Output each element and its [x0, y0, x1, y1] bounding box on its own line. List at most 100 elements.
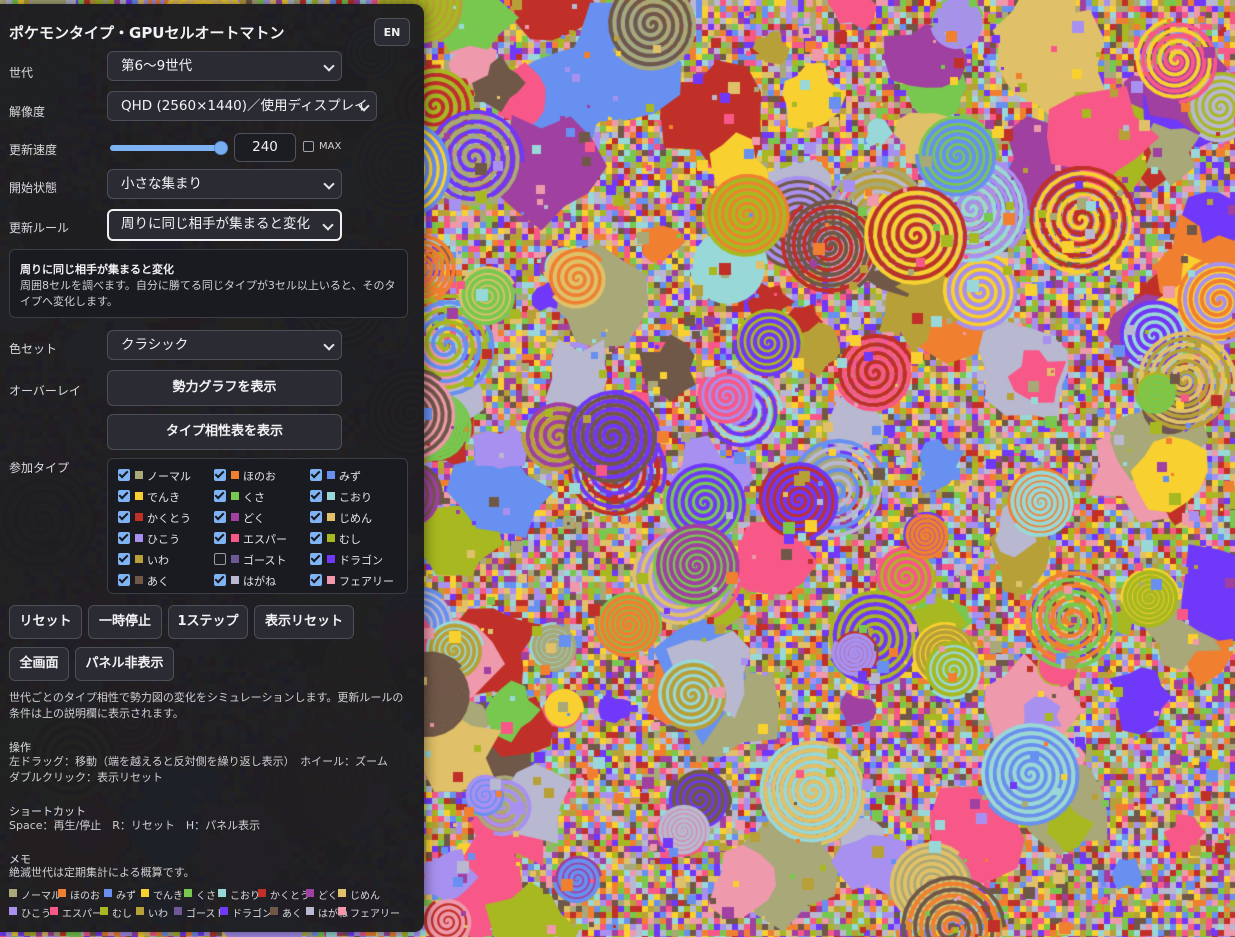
type-checkbox-item[interactable]: じめん: [310, 509, 400, 525]
power-graph-button[interactable]: 勢力グラフを表示: [107, 370, 342, 406]
type-checkbox[interactable]: [310, 553, 322, 565]
type-checkbox[interactable]: [214, 574, 226, 586]
legend-label: こおり: [230, 891, 260, 902]
type-checkbox[interactable]: [118, 511, 130, 523]
type-label: はがね: [243, 575, 276, 588]
type-color-swatch: [327, 492, 335, 500]
type-checkbox-item[interactable]: フェアリー: [310, 572, 400, 588]
type-checkbox-item[interactable]: くさ: [214, 488, 304, 504]
type-checkbox[interactable]: [214, 511, 226, 523]
legend-swatch: [50, 907, 58, 915]
max-speed-checkbox[interactable]: [303, 141, 314, 152]
type-checkbox[interactable]: [310, 532, 322, 544]
type-label: かくとう: [147, 512, 191, 525]
type-checkbox[interactable]: [310, 511, 322, 523]
type-checkbox-item[interactable]: いわ: [118, 551, 208, 567]
rule-description-box: 周りに同じ相手が集まると変化 周囲8セルを調べます。自分に勝てる同じタイプが3セ…: [9, 249, 408, 318]
type-label: むし: [339, 533, 361, 546]
type-color-swatch: [231, 492, 239, 500]
type-checkbox[interactable]: [118, 490, 130, 502]
type-checkbox[interactable]: [118, 532, 130, 544]
rule-select-value: 周りに同じ相手が集まると変化: [121, 216, 310, 232]
type-checkbox-item[interactable]: ゴースト: [214, 551, 304, 567]
legend-swatch: [104, 889, 112, 897]
speed-slider-thumb[interactable]: [214, 141, 228, 155]
legend-label: むし: [112, 909, 132, 920]
shortcuts-text: Space：再生/停止 R：リセット H：パネル表示: [9, 819, 261, 832]
generation-select-value: 第6〜9世代: [121, 58, 193, 74]
legend-label: でんき: [153, 891, 183, 902]
type-checkbox-item[interactable]: はがね: [214, 572, 304, 588]
type-checkbox-item[interactable]: あく: [118, 572, 208, 588]
type-checkbox[interactable]: [118, 574, 130, 586]
chevron-down-icon: [323, 60, 335, 72]
type-color-swatch: [135, 492, 143, 500]
resolution-select[interactable]: QHD (2560×1440)／使用ディスプレイ: [107, 91, 377, 121]
legend-swatch: [258, 889, 266, 897]
type-checkbox[interactable]: [214, 532, 226, 544]
type-checkbox[interactable]: [118, 469, 130, 481]
type-checkbox-item[interactable]: エスパー: [214, 530, 304, 546]
type-color-swatch: [231, 513, 239, 521]
type-label: じめん: [339, 512, 372, 525]
type-checkbox-item[interactable]: むし: [310, 530, 400, 546]
legend-label: じめん: [350, 891, 380, 902]
legend-swatch: [141, 889, 149, 897]
view-reset-button[interactable]: 表示リセット: [254, 605, 354, 639]
type-label: ゴースト: [243, 554, 287, 567]
intro-text: 世代ごとのタイプ相性で勢力図の変化をシミュレーションします。更新ルールの条件は上…: [9, 691, 404, 720]
type-checkbox-item[interactable]: こおり: [310, 488, 400, 504]
type-checkbox[interactable]: [118, 553, 130, 565]
type-checkbox[interactable]: [214, 469, 226, 481]
type-checkbox-item[interactable]: ノーマル: [118, 467, 208, 483]
type-checkbox-item[interactable]: かくとう: [118, 509, 208, 525]
type-color-swatch: [231, 555, 239, 563]
legend-swatch: [270, 907, 278, 915]
type-checkbox-item[interactable]: どく: [214, 509, 304, 525]
type-color-swatch: [135, 555, 143, 563]
type-color-swatch: [231, 534, 239, 542]
type-label: くさ: [243, 491, 265, 504]
legend-swatch: [338, 907, 346, 915]
fullscreen-button[interactable]: 全画面: [9, 647, 69, 681]
legend-label: あく: [282, 909, 302, 920]
type-label: いわ: [147, 554, 169, 567]
legend-swatch: [306, 889, 314, 897]
type-checkbox-item[interactable]: ひこう: [118, 530, 208, 546]
pause-button[interactable]: 一時停止: [88, 605, 162, 639]
type-checkbox-item[interactable]: でんき: [118, 488, 208, 504]
type-color-swatch: [327, 534, 335, 542]
hide-panel-button[interactable]: パネル非表示: [75, 647, 174, 681]
legend-label: かくとう: [270, 891, 310, 902]
legend-swatch: [136, 907, 144, 915]
palette-select[interactable]: クラシック: [107, 330, 342, 360]
type-chart-button[interactable]: タイプ相性表を表示: [107, 414, 342, 450]
legend-swatch: [100, 907, 108, 915]
type-color-swatch: [135, 471, 143, 479]
type-checkbox-item[interactable]: みず: [310, 467, 400, 483]
type-checkbox[interactable]: [310, 469, 322, 481]
type-checkbox-item[interactable]: ほのお: [214, 467, 304, 483]
legend-swatch: [174, 907, 182, 915]
type-checkbox[interactable]: [214, 490, 226, 502]
language-toggle-button[interactable]: EN: [374, 18, 410, 46]
rule-select[interactable]: 周りに同じ相手が集まると変化: [107, 209, 342, 241]
type-checkbox-grid: ノーマル ほのお みずでんき くさ こおりかくとう どく じめんひこう エスパー むしいわ ゴース…: [107, 458, 408, 594]
type-checkbox-item[interactable]: ドラゴン: [310, 551, 400, 567]
type-checkbox[interactable]: [214, 553, 226, 565]
speed-slider-track[interactable]: [110, 145, 224, 151]
reset-button[interactable]: リセット: [9, 605, 82, 639]
type-label: ノーマル: [147, 470, 191, 483]
type-checkbox[interactable]: [310, 574, 322, 586]
overlay-label: オーバーレイ: [9, 384, 81, 398]
step-button[interactable]: 1ステップ: [168, 605, 248, 639]
type-color-swatch: [327, 555, 335, 563]
type-checkbox[interactable]: [310, 490, 322, 502]
initial-state-select[interactable]: 小さな集まり: [107, 169, 342, 199]
legend-label: いわ: [148, 909, 168, 920]
generation-select[interactable]: 第6〜9世代: [107, 51, 342, 81]
speed-input[interactable]: 240: [234, 133, 296, 162]
type-label: エスパー: [243, 533, 287, 546]
type-label: ドラゴン: [339, 554, 383, 567]
type-label: どく: [243, 512, 265, 525]
